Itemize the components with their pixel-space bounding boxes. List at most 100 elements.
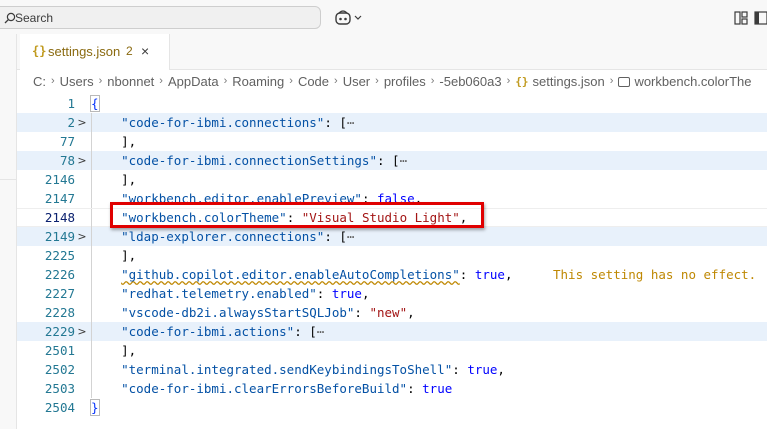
chevron-right-icon: ›	[159, 75, 163, 87]
breadcrumb-symbol[interactable]: workbench.colorThe	[634, 74, 751, 89]
json-punctuation: ,	[504, 267, 513, 282]
problem-count-badge: 2	[126, 44, 133, 58]
inline-warning-hint: This setting has no effect.	[553, 267, 757, 282]
folded-ellipsis[interactable]: ⋯	[317, 324, 325, 339]
json-key: "vscode-db2i.alwaysStartSQLJob"	[121, 305, 355, 320]
code-area[interactable]: 1{2 > "code-for-ibmi.connections": [⋯ 77 ]…	[17, 94, 767, 429]
code-line[interactable]: 2503 "code-for-ibmi.clearErrorsBeforeBui…	[17, 379, 767, 398]
line-number: 2147	[44, 191, 75, 206]
code-content: "terminal.integrated.sendKeybindingsToSh…	[91, 360, 505, 379]
code-line[interactable]: 2146 ],	[17, 170, 767, 189]
code-content: "code-for-ibmi.connections": [⋯	[91, 113, 354, 132]
line-number: 2504	[44, 400, 75, 415]
json-punctuation: : [	[324, 115, 347, 130]
breadcrumb-item[interactable]: Users	[60, 74, 94, 89]
chevron-right-icon[interactable]: >	[75, 113, 89, 132]
chevron-right-icon: ›	[375, 75, 379, 87]
json-key: "ldap-explorer.connections"	[121, 229, 325, 244]
line-number: 2226	[44, 267, 75, 282]
breadcrumb-item[interactable]: profiles	[384, 74, 426, 89]
breadcrumb: C: › Users › nbonnet › AppData › Roaming › Code › Us…	[33, 74, 752, 92]
highlight-annotation-box	[110, 202, 484, 228]
line-number: 2503	[44, 381, 75, 396]
chevron-right-icon[interactable]: >	[75, 322, 89, 341]
code-line[interactable]: 2227 "redhat.telemetry.enabled": true,	[17, 284, 767, 303]
json-key: "code-for-ibmi.actions"	[121, 324, 295, 339]
json-boolean: true	[331, 286, 362, 301]
breadcrumb-item[interactable]: C:	[33, 74, 46, 89]
property-icon	[618, 77, 631, 87]
line-number: 2146	[44, 172, 75, 187]
command-center-search[interactable]: Search	[0, 6, 321, 29]
json-punctuation: :	[452, 362, 468, 377]
json-punctuation: :	[407, 381, 423, 396]
chevron-right-icon: ›	[506, 75, 511, 87]
line-number: 2229	[44, 324, 75, 339]
breadcrumb-item[interactable]: AppData	[168, 74, 219, 89]
json-key: "code-for-ibmi.connections"	[121, 115, 325, 130]
editor-tab-bar: {} settings.json 2 ×	[17, 34, 767, 70]
chevron-right-icon: ›	[430, 75, 435, 87]
activity-divider	[0, 179, 16, 180]
code-token: }	[90, 399, 100, 416]
layout-controls-icon[interactable]	[734, 10, 767, 26]
code-content: "ldap-explorer.connections": [⋯	[91, 227, 354, 246]
line-number: 1	[67, 96, 75, 111]
breadcrumb-item[interactable]: User	[343, 74, 370, 89]
json-key: "redhat.telemetry.enabled"	[121, 286, 317, 301]
line-number: 2502	[44, 362, 75, 377]
json-key: "code-for-ibmi.clearErrorsBeforeBuild"	[121, 381, 408, 396]
code-line[interactable]: 2226 "github.copilot.editor.enableAutoCo…	[17, 265, 767, 284]
code-content: "vscode-db2i.alwaysStartSQLJob": "new",	[91, 303, 415, 322]
code-content: "code-for-ibmi.connectionSettings": [⋯	[91, 151, 407, 170]
folded-ellipsis[interactable]: ⋯	[400, 153, 408, 168]
json-punctuation: : [	[324, 229, 347, 244]
json-key: "terminal.integrated.sendKeybindingsToSh…	[121, 362, 453, 377]
folded-ellipsis[interactable]: ⋯	[347, 115, 355, 130]
line-number: 2148	[44, 210, 75, 225]
code-line[interactable]: 2502 "terminal.integrated.sendKeybinding…	[17, 360, 767, 379]
code-content: ],	[91, 341, 136, 360]
line-number: 2501	[44, 343, 75, 358]
code-line[interactable]: 2225 ],	[17, 246, 767, 265]
json-key: "github.copilot.editor.enableAutoComplet…	[121, 267, 460, 282]
code-token: ],	[121, 172, 137, 187]
json-punctuation: :	[316, 286, 332, 301]
tab-settings-json[interactable]: {} settings.json 2 ×	[20, 34, 170, 70]
breadcrumb-item[interactable]: Roaming	[232, 74, 284, 89]
json-punctuation: :	[354, 305, 370, 320]
code-line[interactable]: 2 > "code-for-ibmi.connections": [⋯	[17, 113, 767, 132]
breadcrumb-item[interactable]: nbonnet	[107, 74, 154, 89]
code-content: "code-for-ibmi.clearErrorsBeforeBuild": …	[91, 379, 452, 398]
breadcrumb-item[interactable]: Code	[298, 74, 329, 89]
json-file-icon: {}	[515, 75, 529, 88]
code-content: "code-for-ibmi.actions": [⋯	[91, 322, 324, 341]
chevron-right-icon[interactable]: >	[75, 227, 89, 246]
activity-bar	[0, 34, 17, 429]
code-line[interactable]: 78 > "code-for-ibmi.connectionSettings": …	[17, 151, 767, 170]
tab-title: settings.json	[48, 44, 121, 59]
breadcrumb-item[interactable]: -5eb060a3	[439, 74, 501, 89]
code-token: ],	[121, 343, 137, 358]
code-token: ],	[121, 248, 137, 263]
line-number: 2228	[44, 305, 75, 320]
breadcrumb-file[interactable]: settings.json	[533, 74, 605, 89]
code-line[interactable]: 2149 > "ldap-explorer.connections": [⋯	[17, 227, 767, 246]
editor[interactable]: C: › Users › nbonnet › AppData › Roaming › Code › Us…	[17, 70, 767, 429]
chevron-right-icon[interactable]: >	[75, 151, 89, 170]
chevron-right-icon: ›	[289, 75, 293, 87]
copilot-icon[interactable]	[334, 9, 364, 27]
code-line[interactable]: 2501 ],	[17, 341, 767, 360]
code-line[interactable]: 2228 "vscode-db2i.alwaysStartSQLJob": "n…	[17, 303, 767, 322]
json-boolean: true	[474, 267, 505, 282]
folded-ellipsis[interactable]: ⋯	[347, 229, 355, 244]
json-boolean: true	[422, 381, 453, 396]
code-line[interactable]: 77 ],	[17, 132, 767, 151]
code-line[interactable]: 2504}	[17, 398, 767, 417]
code-line[interactable]: 1{	[17, 94, 767, 113]
code-content: }	[90, 398, 100, 417]
close-icon[interactable]: ×	[141, 43, 149, 59]
code-line[interactable]: 2229 > "code-for-ibmi.actions": [⋯	[17, 322, 767, 341]
json-punctuation: : [	[294, 324, 317, 339]
line-number: 2225	[44, 248, 75, 263]
